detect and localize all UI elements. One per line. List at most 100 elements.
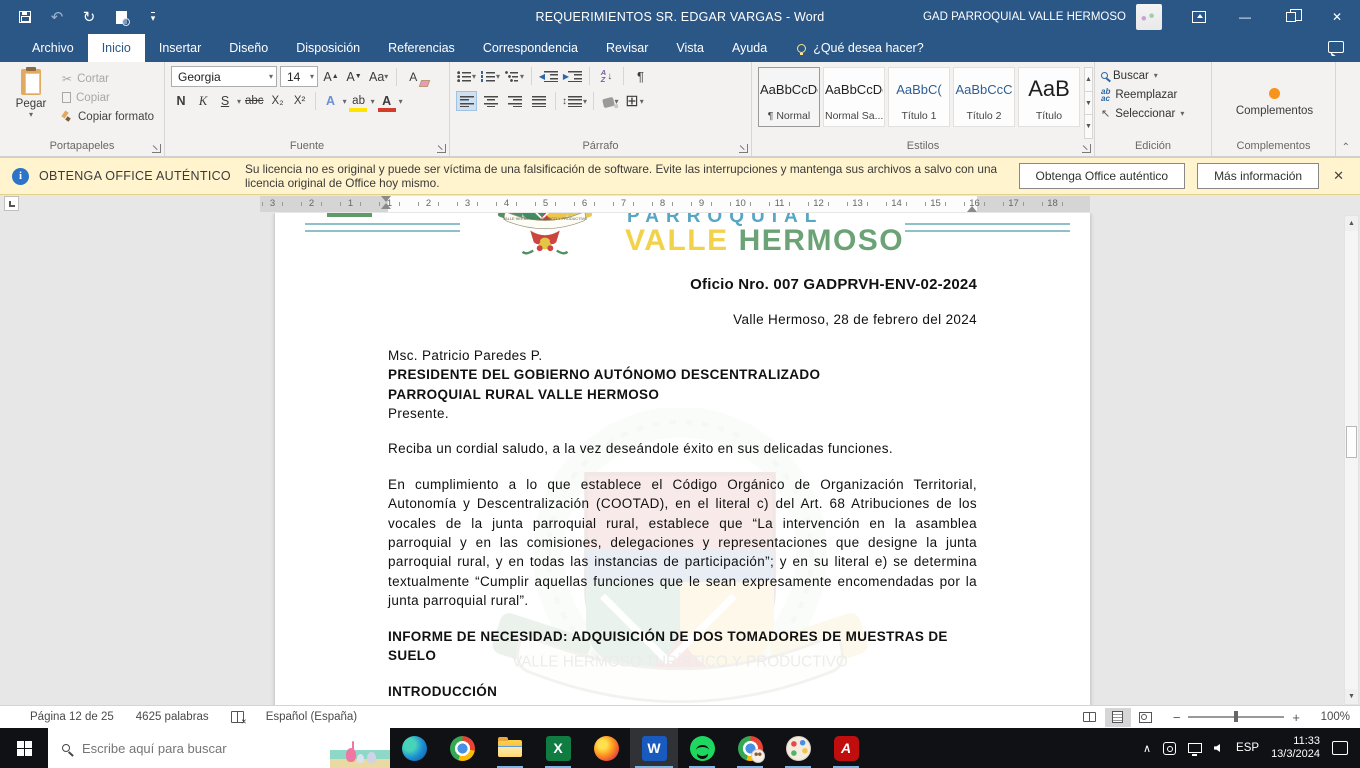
- paragraph-dialog-launcher-icon[interactable]: [739, 144, 748, 153]
- strikethrough-button[interactable]: abc: [243, 91, 266, 111]
- grow-font-button[interactable]: A ▲: [321, 67, 341, 87]
- ribbon-tab[interactable]: Referencias: [374, 34, 469, 62]
- vertical-scrollbar[interactable]: ▲ ▼: [1344, 215, 1359, 705]
- sort-button[interactable]: A Z ↓: [596, 66, 617, 86]
- doc-paragraph[interactable]: Valle Hermoso, 28 de febrero del 2024: [388, 310, 977, 329]
- word-count[interactable]: 4625 palabras: [136, 711, 209, 723]
- zoom-out-icon[interactable]: −: [1173, 710, 1181, 725]
- keyboard-language[interactable]: ESP: [1236, 742, 1259, 754]
- find-button[interactable]: Buscar ▾: [1101, 66, 1207, 85]
- scrollbar-thumb[interactable]: [1346, 425, 1357, 458]
- zoom-slider-thumb[interactable]: [1234, 711, 1239, 723]
- ribbon-tab[interactable]: Archivo: [18, 34, 88, 62]
- format-painter-button[interactable]: Copiar formato: [62, 108, 154, 125]
- multilevel-list-button[interactable]: ▾: [504, 66, 525, 86]
- tray-app-icon[interactable]: [1163, 741, 1177, 755]
- taskbar-search-box[interactable]: [48, 728, 390, 768]
- ribbon-tab[interactable]: Disposición: [282, 34, 374, 62]
- doc-paragraph[interactable]: Presente.: [388, 404, 977, 423]
- highlight-color-button[interactable]: ab: [348, 91, 369, 112]
- collapse-ribbon-icon[interactable]: ⌃: [1342, 142, 1350, 153]
- tray-expand-icon[interactable]: ∧: [1143, 742, 1151, 755]
- account-avatar[interactable]: [1136, 4, 1162, 30]
- doc-paragraph[interactable]: Reciba un cordial saludo, a la vez deseá…: [388, 439, 977, 458]
- scroll-down-icon[interactable]: ▼: [1345, 689, 1358, 704]
- taskbar-icon[interactable]: [774, 728, 822, 768]
- ribbon-tab[interactable]: Ayuda: [718, 34, 781, 62]
- doc-paragraph[interactable]: INTRODUCCIÓN: [388, 682, 977, 701]
- restore-button[interactable]: [1268, 0, 1314, 34]
- ribbon-tab[interactable]: Correspondencia: [469, 34, 592, 62]
- paste-dropdown-caret[interactable]: ▾: [29, 110, 33, 119]
- zoom-level[interactable]: 100%: [1314, 711, 1350, 723]
- line-spacing-button[interactable]: ↕ ▾: [562, 91, 587, 111]
- bold-button[interactable]: N: [171, 91, 191, 111]
- align-right-button[interactable]: [504, 91, 525, 111]
- align-center-button[interactable]: [480, 91, 501, 111]
- close-warning-icon[interactable]: ✕: [1333, 168, 1344, 184]
- ribbon-tab[interactable]: Diseño: [215, 34, 282, 62]
- text-effects-button[interactable]: A: [321, 91, 341, 111]
- minimize-button[interactable]: —: [1222, 0, 1268, 34]
- styles-scroll-down-icon[interactable]: ▼: [1085, 91, 1092, 116]
- tell-me-box[interactable]: ¿Qué desea hacer?: [781, 34, 924, 62]
- clear-formatting-button[interactable]: A: [403, 67, 423, 87]
- taskbar-icon[interactable]: [486, 728, 534, 768]
- paste-button[interactable]: Pegar ▾: [6, 66, 56, 139]
- styles-gallery-expand-icon[interactable]: ▼: [1085, 115, 1092, 139]
- justify-button[interactable]: [528, 91, 549, 111]
- increase-indent-button[interactable]: ▶: [562, 66, 583, 86]
- ribbon-tab[interactable]: Revisar: [592, 34, 662, 62]
- addins-button[interactable]: Complementos: [1218, 66, 1331, 139]
- underline-dropdown-caret[interactable]: ▾: [237, 97, 241, 106]
- styles-dialog-launcher-icon[interactable]: [1082, 144, 1091, 153]
- font-family-combo[interactable]: Georgia ▾: [171, 66, 277, 87]
- page-indicator[interactable]: Página 12 de 25: [30, 711, 114, 723]
- ribbon-tab[interactable]: Vista: [662, 34, 718, 62]
- numbering-button[interactable]: ▾: [480, 66, 501, 86]
- language-indicator[interactable]: Español (España): [266, 711, 357, 723]
- doc-paragraph[interactable]: PRESIDENTE DEL GOBIERNO AUTÓNOMO DESCENT…: [388, 365, 977, 384]
- doc-paragraph[interactable]: Msc. Patricio Paredes P.: [388, 346, 977, 365]
- zoom-slider[interactable]: [1188, 711, 1285, 723]
- align-left-button[interactable]: [456, 91, 477, 111]
- font-size-combo[interactable]: 14 ▾: [280, 66, 318, 87]
- doc-paragraph[interactable]: INFORME DE NECESIDAD: ADQUISICIÓN DE DOS…: [388, 627, 977, 666]
- show-paragraph-marks-button[interactable]: ¶: [630, 66, 651, 86]
- web-layout-button[interactable]: [1133, 708, 1159, 727]
- doc-paragraph[interactable]: PARROQUIAL RURAL VALLE HERMOSO: [388, 385, 977, 404]
- account-name[interactable]: GAD PARROQUIAL VALLE HERMOSO: [923, 11, 1126, 23]
- replace-button[interactable]: ab ac Reemplazar: [1101, 85, 1207, 104]
- ribbon-tab[interactable]: Inicio: [87, 34, 145, 62]
- indent-marker[interactable]: [381, 196, 391, 209]
- font-dialog-launcher-icon[interactable]: [437, 144, 446, 153]
- print-layout-button[interactable]: [1104, 707, 1131, 727]
- more-info-button[interactable]: Más información: [1197, 163, 1320, 189]
- underline-button[interactable]: S: [215, 91, 235, 111]
- italic-button[interactable]: K: [193, 91, 213, 111]
- borders-button[interactable]: ⊞ ▾: [624, 91, 645, 111]
- font-color-button[interactable]: A: [377, 91, 397, 112]
- taskbar-icon[interactable]: [534, 728, 582, 768]
- network-icon[interactable]: [1188, 743, 1203, 756]
- subscript-button[interactable]: X₂: [268, 91, 288, 111]
- zoom-in-icon[interactable]: +: [1292, 710, 1300, 725]
- action-center-icon[interactable]: [1332, 741, 1348, 755]
- style-card[interactable]: AaBbCcC Título 2: [953, 67, 1015, 127]
- start-button[interactable]: [0, 728, 48, 768]
- volume-icon[interactable]: [1214, 744, 1221, 752]
- taskbar-icon[interactable]: [582, 728, 630, 768]
- clipboard-dialog-launcher-icon[interactable]: [152, 144, 161, 153]
- save-icon[interactable]: [16, 8, 34, 26]
- taskbar-icon[interactable]: [678, 728, 726, 768]
- doc-paragraph[interactable]: En cumplimiento a lo que establece el Có…: [388, 475, 977, 611]
- read-mode-button[interactable]: [1077, 708, 1103, 727]
- superscript-button[interactable]: X²: [290, 91, 310, 111]
- undo-icon[interactable]: ↶: [48, 8, 66, 26]
- print-preview-icon[interactable]: [112, 8, 130, 26]
- styles-scroll-up-icon[interactable]: ▲: [1085, 68, 1092, 92]
- shrink-font-button[interactable]: A ▼: [344, 67, 364, 87]
- tab-stop-selector[interactable]: [4, 196, 19, 211]
- get-office-button[interactable]: Obtenga Office auténtico: [1018, 163, 1186, 189]
- document-page[interactable]: PARROQUIAL VALLE HERMOSO Oficio Nro. 007 …: [275, 213, 1090, 705]
